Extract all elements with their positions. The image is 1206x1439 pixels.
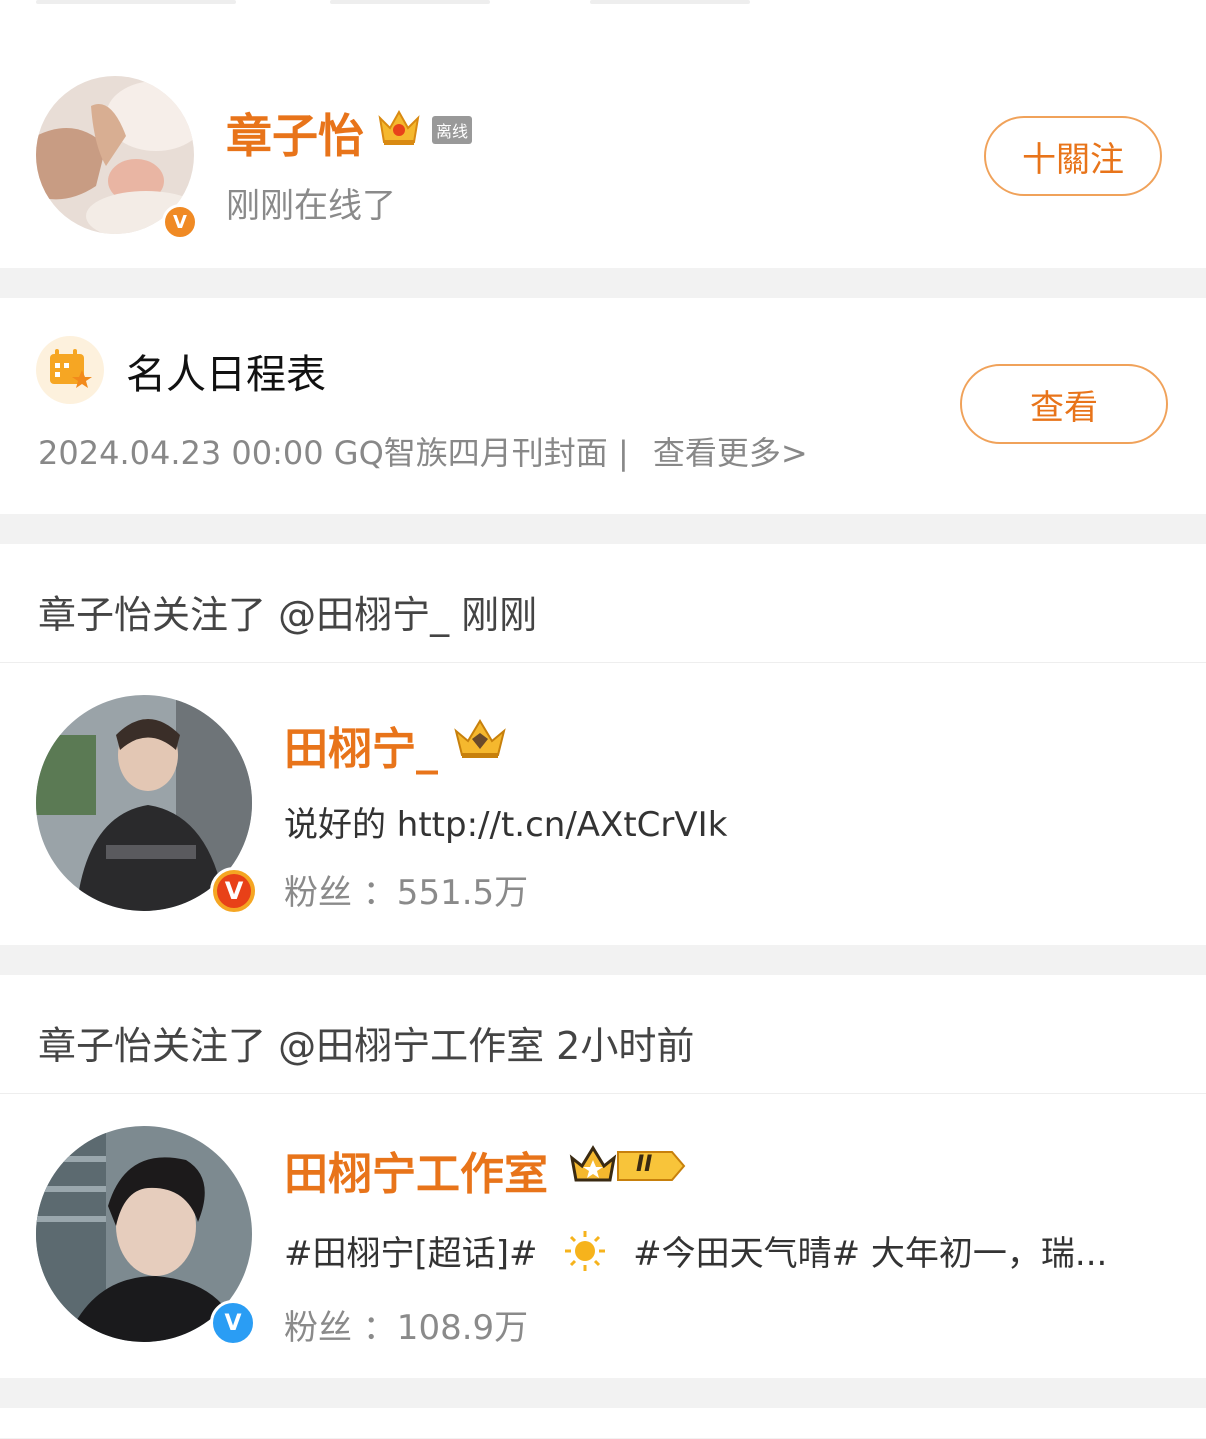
activity-header: 章子怡关注了 @田栩宁工作室 2小时前 [0,975,1206,1094]
schedule-more-link[interactable]: 查看更多> [653,434,808,472]
verified-icon: V [162,204,198,240]
follow-button[interactable]: 十關注 [984,116,1162,196]
view-button[interactable]: 查看 [960,364,1168,444]
profile-avatar[interactable]: V [36,76,198,240]
offline-tag: 离线 [432,116,473,144]
crown-icon [568,1142,618,1190]
divider [0,268,1206,298]
crown-icon [376,104,422,152]
calendar-icon [36,336,104,404]
schedule-event: 2024.04.23 00:00 GQ智族四月刊封面 | [38,434,629,472]
user-avatar[interactable]: V [36,1126,256,1346]
verified-icon: V [210,867,258,915]
activity-header: 章子怡关注了 @田栩宁_ 刚刚 [0,544,1206,663]
divider [0,514,1206,544]
user-description[interactable]: #田栩宁[超话]# #今田天气晴# 大年初一，瑞... [284,1226,1107,1282]
next-card-edge [0,1408,1206,1438]
top-strip [0,0,1206,40]
activity-user-card[interactable]: V 田栩宁_ 说好的 http://t.cn/AXtCrVIk 粉丝 ：551.… [0,663,1206,945]
user-description[interactable]: 说好的 http://t.cn/AXtCrVIk [284,797,727,846]
activity-header-text[interactable]: 章子怡关注了 @田栩宁_ 刚刚 [38,584,537,639]
user-name[interactable]: 田栩宁工作室 [284,1138,548,1202]
crown-icon [452,715,508,765]
schedule-title: 名人日程表 [126,352,326,398]
fans-count: 粉丝 ：108.9万 [284,1308,529,1348]
profile-name-text: 章子怡 [226,109,364,163]
sun-icon [560,1229,610,1282]
profile-card: V 章子怡 离线 刚刚在线了 十關注 [0,40,1206,268]
activity-header-text[interactable]: 章子怡关注了 @田栩宁工作室 2小时前 [38,1015,694,1070]
top-strip-edge [590,0,750,4]
fans-count: 粉丝 ：551.5万 [284,873,529,913]
online-status: 刚刚在线了 [226,186,396,226]
topic-tag[interactable]: #田栩宁[超话]# [284,1234,538,1274]
level-badge-text: II [636,1152,653,1177]
activity-user-card[interactable]: V 田栩宁工作室 II #田栩宁[超话]# #今田天气晴# 大年初一，瑞... … [0,1094,1206,1378]
top-strip-edge [330,0,490,4]
divider [0,945,1206,975]
schedule-info: 2024.04.23 00:00 GQ智族四月刊封面 | 查看更多> [38,428,808,474]
schedule-card[interactable]: 名人日程表 2024.04.23 00:00 GQ智族四月刊封面 | 查看更多>… [0,298,1206,514]
top-strip-edge [36,0,236,4]
profile-name[interactable]: 章子怡 [226,100,364,166]
verified-icon: V [210,1300,256,1346]
level-badge: II [616,1148,686,1188]
user-avatar[interactable]: V [36,695,258,915]
description-text: #今田天气晴# 大年初一，瑞... [633,1234,1108,1274]
divider [0,1378,1206,1408]
user-name[interactable]: 田栩宁_ [284,713,438,777]
